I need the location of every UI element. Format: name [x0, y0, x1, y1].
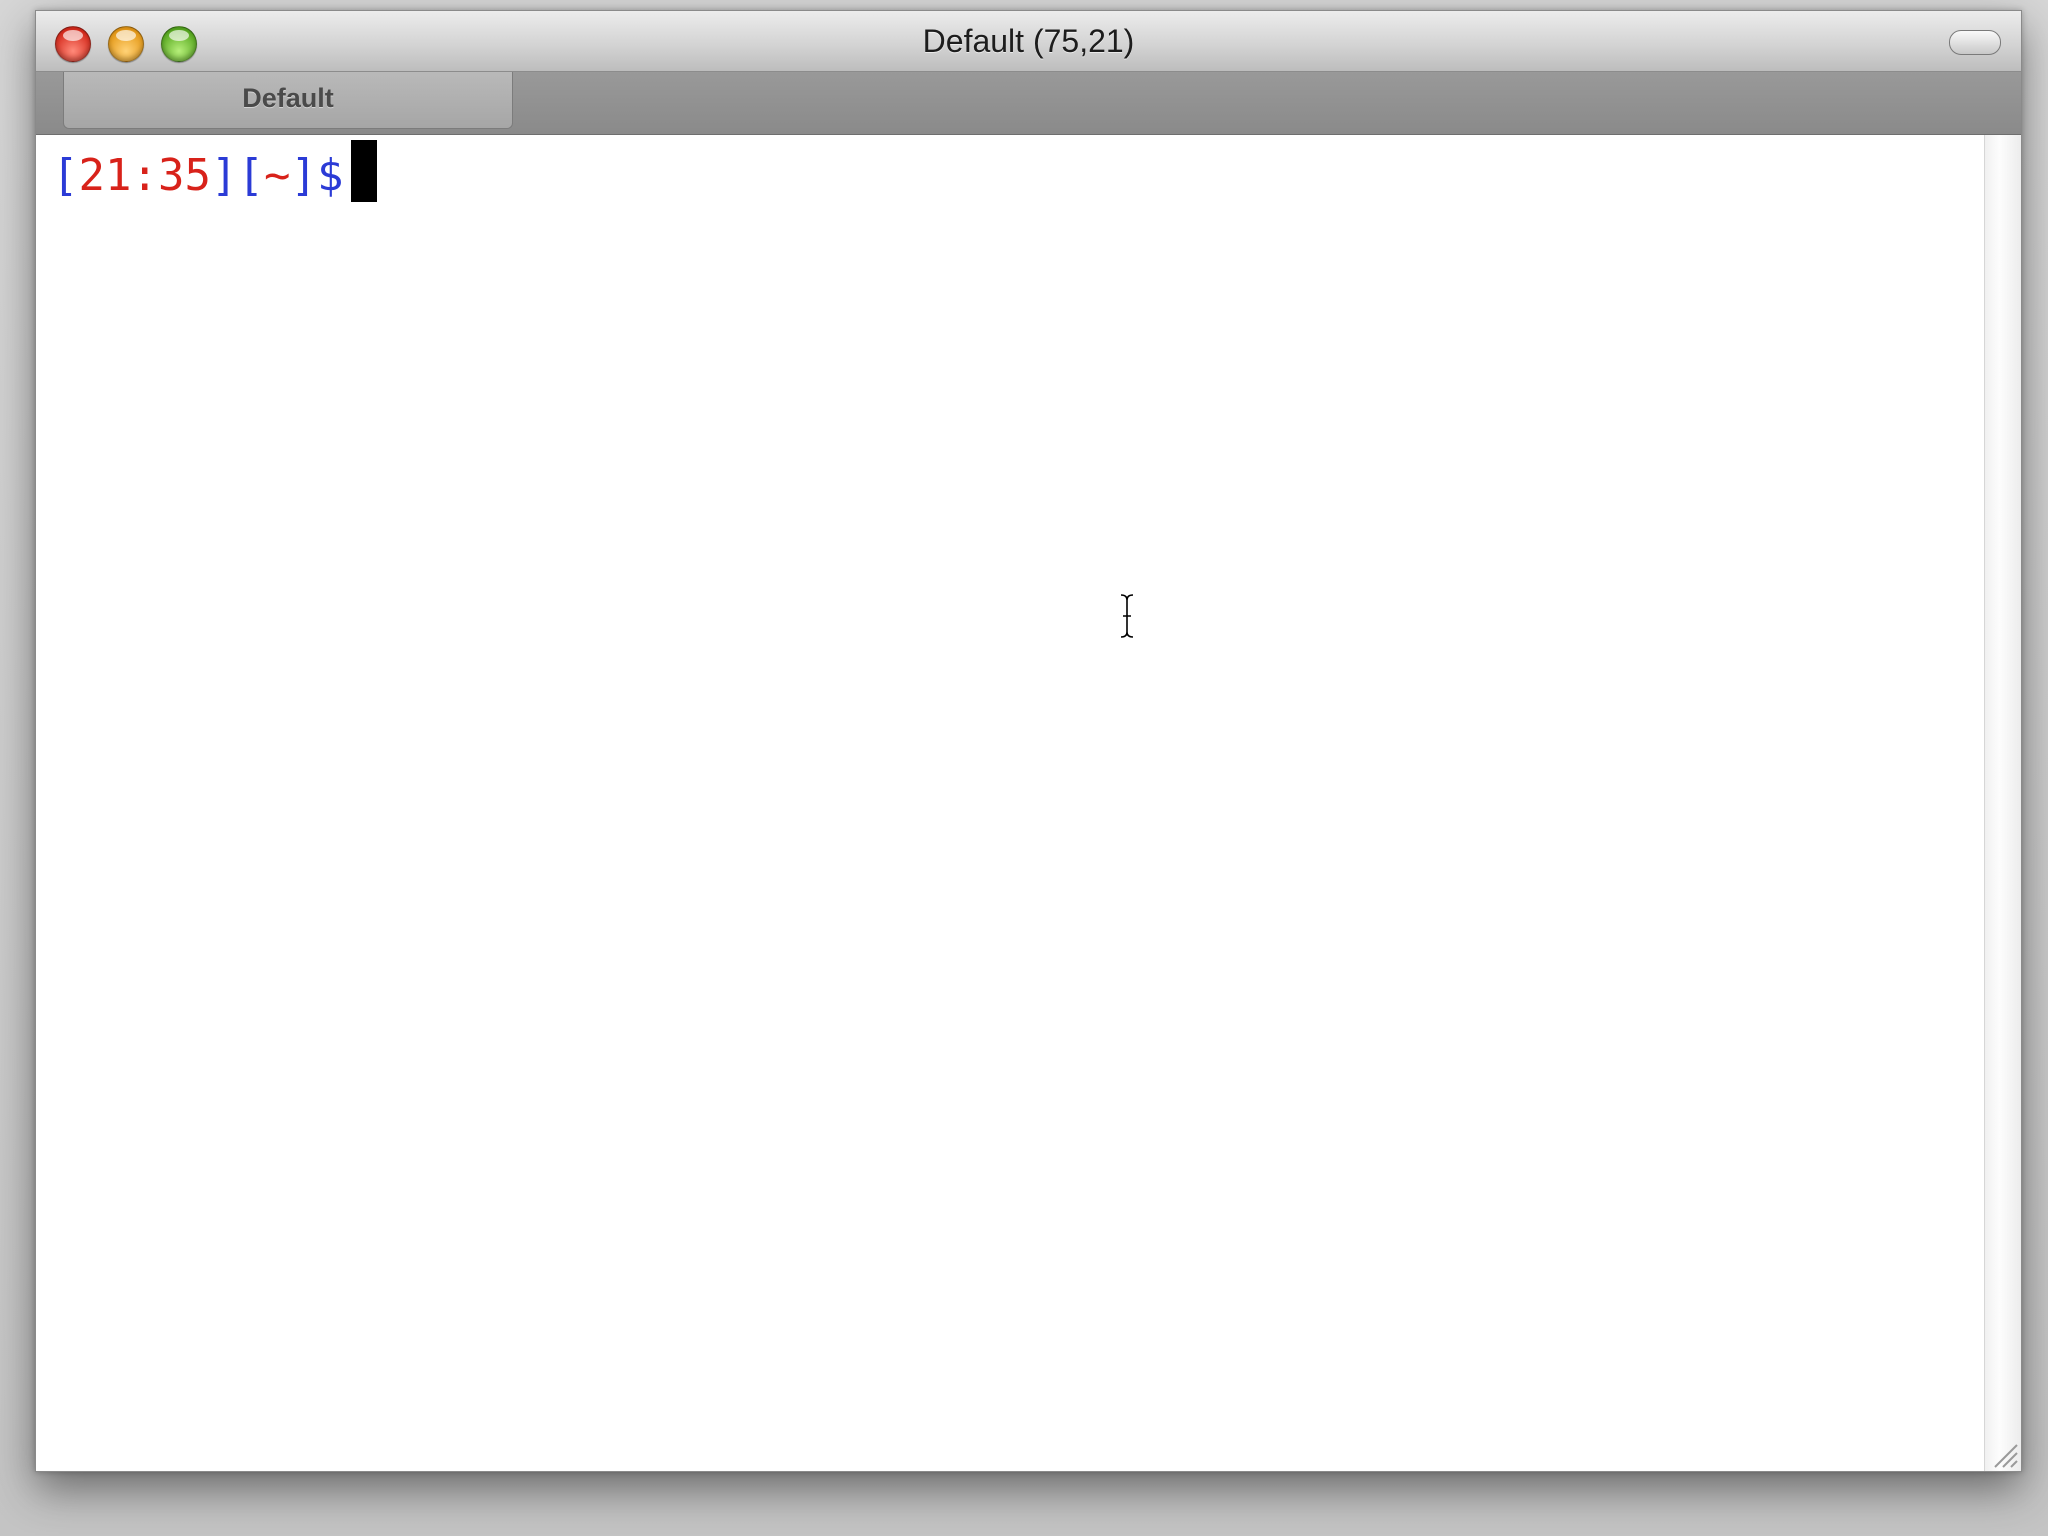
prompt-open-bracket: [ [52, 150, 79, 201]
toolbar-toggle-icon[interactable] [1949, 30, 2001, 55]
window-title: Default (75,21) [922, 23, 1135, 59]
terminal-window: Default (75,21) Default [21:35][~]$ [35, 10, 2022, 1472]
prompt-close-bracket: ] [210, 150, 238, 201]
terminal-content[interactable]: [21:35][~]$ [36, 135, 1984, 1471]
prompt-symbol: $ [316, 150, 344, 201]
text-cursor [351, 140, 378, 202]
prompt-open-bracket: [ [237, 150, 264, 201]
prompt-close-bracket: ] [290, 150, 317, 201]
title-bar[interactable]: Default (75,21) [36, 11, 2021, 72]
vertical-scrollbar[interactable] [1984, 135, 2021, 1471]
prompt-cwd: ~ [263, 150, 291, 201]
prompt-line: [21:35][~]$ [52, 140, 378, 206]
tab-bar: Default [36, 72, 2021, 135]
ibeam-cursor-icon [1120, 594, 1134, 638]
resize-grip-icon[interactable] [1989, 1439, 2019, 1469]
desktop: Default (75,21) Default [21:35][~]$ [0, 0, 2048, 1536]
prompt-time: 21:35 [78, 150, 211, 201]
tab-default[interactable]: Default [63, 72, 513, 129]
